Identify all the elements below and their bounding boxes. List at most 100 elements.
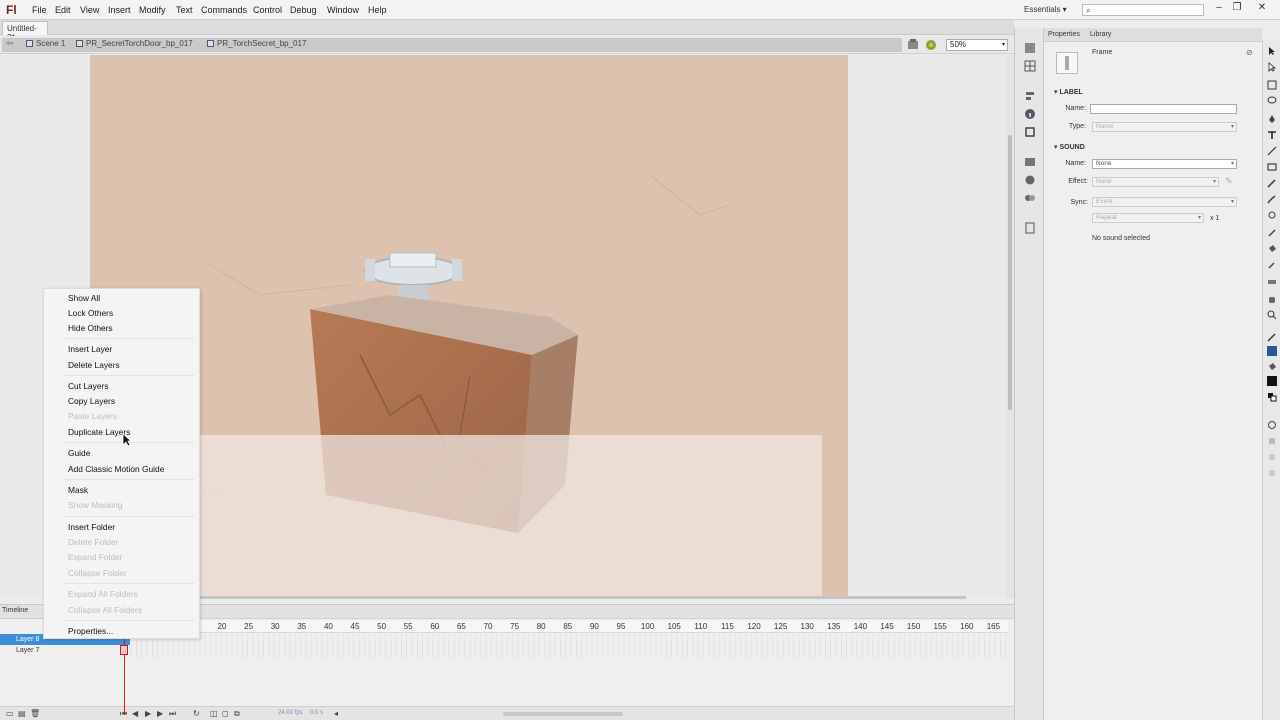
- menu-item-insert-layer[interactable]: Insert Layer: [68, 344, 112, 354]
- pen-tool-icon[interactable]: [1267, 114, 1277, 124]
- edit-pencil-icon[interactable]: ✎: [1225, 176, 1233, 187]
- line-tool-icon[interactable]: [1267, 146, 1277, 156]
- menu-item-copy-layers[interactable]: Copy Layers: [68, 396, 115, 406]
- edit-scene-icon[interactable]: [907, 39, 919, 50]
- go-to-last-frame-icon[interactable]: ⏭: [169, 709, 176, 719]
- info-icon[interactable]: [1024, 108, 1036, 120]
- menu-file[interactable]: File: [32, 5, 47, 15]
- align-icon[interactable]: [1024, 90, 1036, 102]
- stroke-color-swatch[interactable]: [1267, 346, 1277, 356]
- menu-item-delete-layers[interactable]: Delete Layers: [68, 360, 120, 370]
- menu-item-insert-folder[interactable]: Insert Folder: [68, 522, 115, 532]
- timeline-horizontal-scrollbar[interactable]: [503, 712, 623, 716]
- stage-vertical-scrollbar[interactable]: [1006, 55, 1014, 598]
- rectangle-tool-icon[interactable]: [1267, 162, 1277, 172]
- selection-tool-icon[interactable]: [1267, 46, 1277, 56]
- step-back-icon[interactable]: ◀: [132, 709, 138, 718]
- menu-item-hide-others[interactable]: Hide Others: [68, 323, 113, 333]
- close-icon[interactable]: ✕: [1255, 2, 1269, 16]
- menu-item-lock-others[interactable]: Lock Others: [68, 308, 113, 318]
- restore-icon[interactable]: ❐: [1230, 2, 1244, 16]
- frame-name-input[interactable]: [1090, 104, 1237, 114]
- menu-control[interactable]: Control: [253, 5, 282, 15]
- menu-window[interactable]: Window: [327, 5, 359, 15]
- subselection-tool-icon[interactable]: [1267, 62, 1277, 72]
- repeat-select[interactable]: Repeat ▾: [1092, 213, 1204, 223]
- fill-color-icon[interactable]: [1267, 362, 1277, 372]
- new-folder-icon[interactable]: ▤: [18, 709, 26, 718]
- menu-modify[interactable]: Modify: [139, 5, 166, 15]
- edit-symbols-icon[interactable]: [925, 39, 937, 50]
- breadcrumb-scene[interactable]: Scene 1: [26, 39, 65, 48]
- label-type-select[interactable]: Name ▾: [1092, 122, 1237, 132]
- breadcrumb-symbol-2[interactable]: PR_TorchSecret_bp_017: [207, 39, 306, 48]
- onion-outline-icon[interactable]: ◻: [222, 709, 229, 718]
- motion-presets-icon[interactable]: [1024, 192, 1036, 204]
- new-layer-icon[interactable]: ▭: [6, 709, 14, 718]
- workspace-switcher[interactable]: Essentials ▾: [1024, 5, 1067, 14]
- play-icon[interactable]: ▶: [145, 709, 151, 718]
- hand-tool-icon[interactable]: [1267, 294, 1277, 304]
- grid-icon[interactable]: [1024, 60, 1036, 72]
- scroll-left-icon[interactable]: ◂: [334, 709, 338, 718]
- paint-bucket-tool-icon[interactable]: [1267, 244, 1277, 254]
- menu-item-properties[interactable]: Properties...: [68, 626, 113, 636]
- menu-item-cut-layers[interactable]: Cut Layers: [68, 381, 109, 391]
- bone-tool-icon[interactable]: [1267, 228, 1277, 238]
- menu-commands[interactable]: Commands: [201, 5, 247, 15]
- brush-tool-icon[interactable]: [1267, 194, 1277, 204]
- sync-select[interactable]: Event ▾: [1092, 197, 1237, 207]
- pencil-tool-icon[interactable]: [1267, 178, 1277, 188]
- breadcrumb-symbol-1[interactable]: PR_SecretTorchDoor_bp_017: [76, 39, 193, 48]
- eraser-tool-icon[interactable]: [1267, 276, 1277, 286]
- effect-select[interactable]: None ▾: [1092, 177, 1219, 187]
- menu-help[interactable]: Help: [368, 5, 387, 15]
- repeat-count[interactable]: x 1: [1210, 215, 1219, 222]
- step-forward-icon[interactable]: ▶: [157, 709, 163, 718]
- deco-tool-icon[interactable]: [1267, 210, 1277, 220]
- menu-edit[interactable]: Edit: [55, 5, 71, 15]
- code-snippets-icon[interactable]: [1024, 156, 1036, 168]
- swatches-icon[interactable]: [1024, 42, 1036, 54]
- history-icon[interactable]: [1024, 222, 1036, 234]
- sound-name-select[interactable]: None ▾: [1092, 159, 1237, 169]
- sound-section-header[interactable]: ▾ SOUND: [1054, 143, 1085, 151]
- minimize-icon[interactable]: –: [1212, 2, 1226, 16]
- document-tab[interactable]: Untitled-2*: [2, 21, 48, 42]
- tab-properties[interactable]: Properties: [1048, 31, 1080, 38]
- edit-multiple-frames-icon[interactable]: ⧉: [234, 709, 240, 719]
- menu-item-mask[interactable]: Mask: [68, 485, 88, 495]
- scrollbar-thumb[interactable]: [1008, 135, 1012, 410]
- stage-horizontal-scrollbar[interactable]: [200, 596, 966, 599]
- menu-text[interactable]: Text: [176, 5, 193, 15]
- delete-layer-icon[interactable]: 🗑: [30, 709, 40, 718]
- stroke-color-icon[interactable]: [1267, 332, 1277, 342]
- help-search-input[interactable]: ⌕: [1082, 4, 1204, 16]
- playhead-handle[interactable]: [120, 645, 128, 655]
- zoom-tool-icon[interactable]: [1267, 310, 1277, 320]
- frame-ruler[interactable]: 20 25 30 35 40 45 50 55 60 65 70 75 80 85 90 95 100 105 11…: [200, 621, 1008, 633]
- eyedropper-tool-icon[interactable]: [1267, 260, 1277, 270]
- fill-color-swatch[interactable]: [1267, 376, 1277, 386]
- back-arrow-icon[interactable]: ⇦: [6, 38, 14, 49]
- lasso-tool-icon[interactable]: [1267, 96, 1277, 106]
- transform-icon[interactable]: [1024, 126, 1036, 138]
- loop-icon[interactable]: ↻: [193, 709, 200, 718]
- free-transform-tool-icon[interactable]: [1267, 80, 1277, 90]
- menu-debug[interactable]: Debug: [290, 5, 317, 15]
- menu-insert[interactable]: Insert: [108, 5, 131, 15]
- frame-rate[interactable]: 24.00 fps: [278, 710, 303, 716]
- menu-view[interactable]: View: [80, 5, 99, 15]
- layer-row[interactable]: Layer 7: [0, 645, 130, 656]
- frame-grid[interactable]: [120, 634, 1008, 658]
- label-section-header[interactable]: ▾ LABEL: [1054, 88, 1083, 96]
- tool-option-icon[interactable]: [1267, 452, 1277, 462]
- zoom-select[interactable]: 50% ▾: [946, 39, 1008, 51]
- swap-colors-icon[interactable]: [1267, 392, 1277, 402]
- text-tool-icon[interactable]: [1267, 130, 1277, 140]
- tab-timeline[interactable]: Timeline: [2, 607, 28, 614]
- tab-library[interactable]: Library: [1090, 31, 1111, 38]
- menu-item-add-classic-motion-guide[interactable]: Add Classic Motion Guide: [68, 464, 164, 474]
- help-icon[interactable]: ⊘: [1246, 48, 1253, 57]
- menu-item-guide[interactable]: Guide: [68, 448, 90, 458]
